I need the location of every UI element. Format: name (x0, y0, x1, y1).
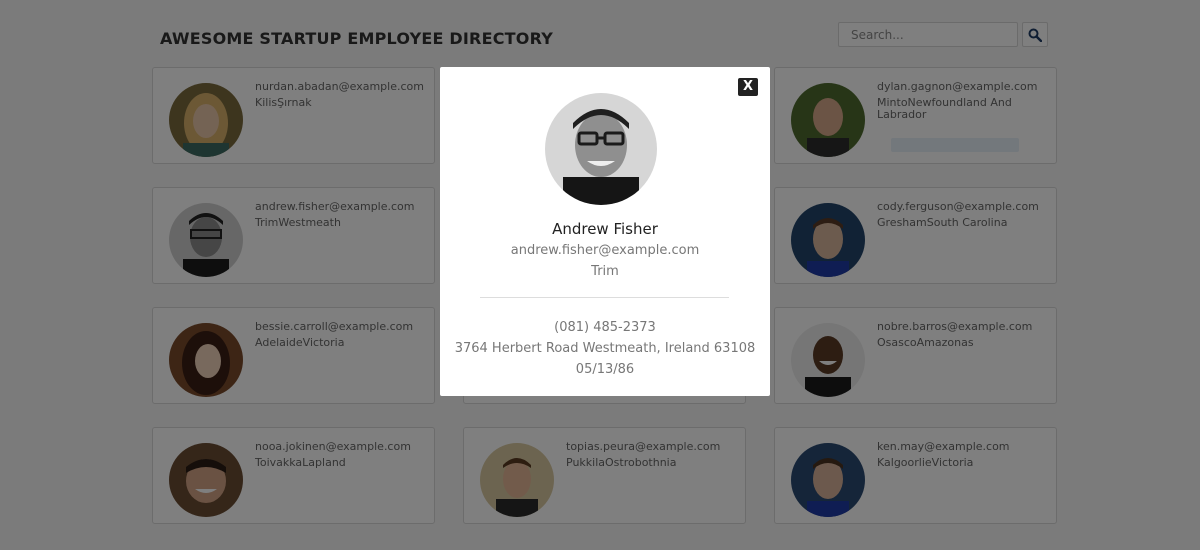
close-button[interactable]: X (738, 78, 758, 96)
modal-phone: (081) 485-2373 (554, 320, 656, 335)
divider (480, 297, 729, 298)
modal-avatar (545, 93, 657, 205)
modal-city: Trim (591, 264, 619, 279)
modal-birthday: 05/13/86 (575, 362, 635, 377)
modal-address: 3764 Herbert Road Westmeath, Ireland 631… (454, 341, 756, 356)
modal-email: andrew.fisher@example.com (510, 243, 700, 258)
employee-modal: X Andrew Fisher andrew.fisher@example.co… (440, 67, 770, 396)
modal-name: Andrew Fisher (552, 220, 658, 238)
